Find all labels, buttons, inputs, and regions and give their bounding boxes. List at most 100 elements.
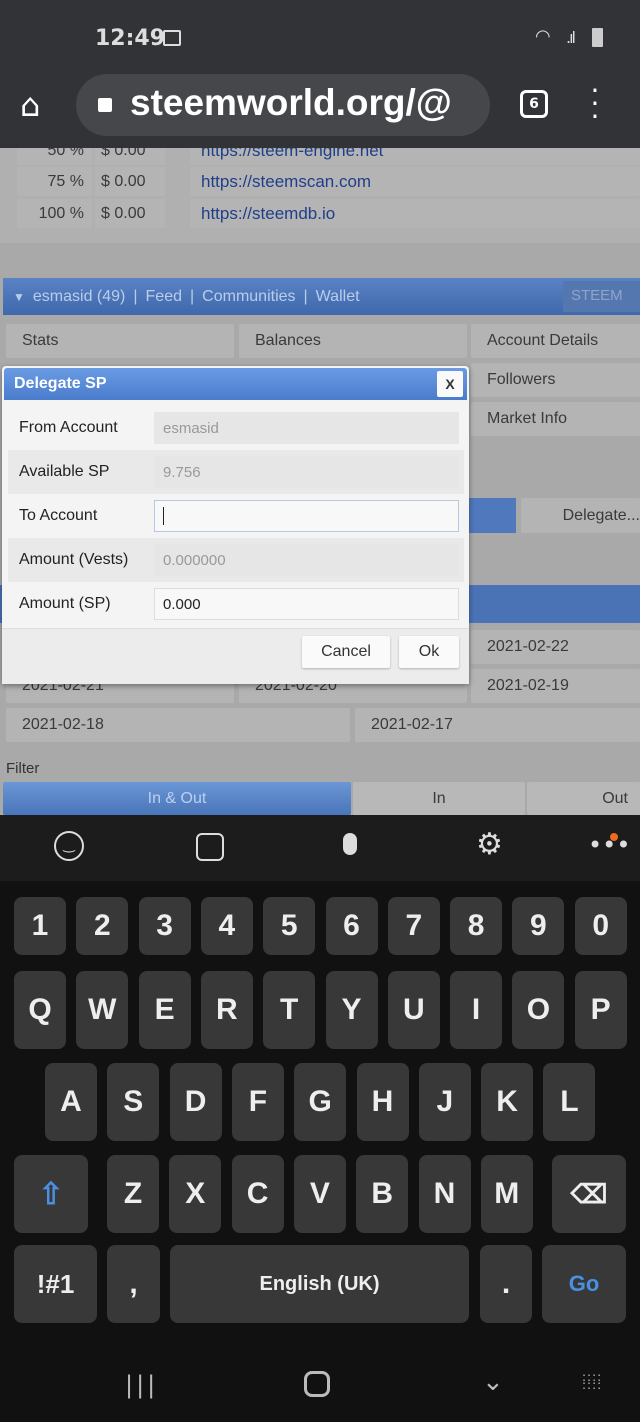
keyboard-toolbar: ‿ ⚙ ••• [0, 815, 640, 881]
key-w[interactable]: W [76, 971, 129, 1049]
cancel-button[interactable]: Cancel [302, 636, 390, 668]
tab-switcher-button[interactable]: 6 [520, 90, 548, 118]
battery-icon [592, 28, 603, 47]
key-r[interactable]: R [200, 971, 253, 1049]
key-o[interactable]: O [512, 971, 565, 1049]
key-5[interactable]: 5 [263, 897, 316, 955]
date-item[interactable]: 2021-02-18 [6, 708, 350, 742]
key-c[interactable]: C [231, 1155, 284, 1233]
date-item[interactable]: 2021-02-22 [471, 630, 640, 664]
key-m[interactable]: M [480, 1155, 533, 1233]
backspace-key[interactable]: ⌫ [552, 1155, 626, 1233]
key-1[interactable]: 1 [14, 897, 66, 955]
key-y[interactable]: Y [325, 971, 378, 1049]
menu-icon[interactable]: · · · [585, 77, 605, 131]
go-key[interactable]: Go [542, 1245, 626, 1323]
key-l[interactable]: L [543, 1063, 596, 1141]
hide-keyboard-button[interactable]: ⌄ [482, 1367, 504, 1397]
key-d[interactable]: D [169, 1063, 222, 1141]
key-3[interactable]: 3 [138, 897, 191, 955]
caret-down-icon[interactable]: ▼ [13, 290, 25, 304]
amount-vests-input[interactable]: 0.000000 [154, 544, 459, 576]
key-z[interactable]: Z [107, 1155, 159, 1233]
key-k[interactable]: K [481, 1063, 534, 1141]
key-9[interactable]: 9 [512, 897, 565, 955]
key-g[interactable]: G [294, 1063, 347, 1141]
value-cell: $ 0.00 [95, 167, 165, 196]
comma-key[interactable]: , [107, 1245, 160, 1323]
keyboard-switch-icon[interactable]: :::::::: [582, 1371, 602, 1391]
key-6[interactable]: 6 [325, 897, 378, 955]
link[interactable]: https://steemdb.io [190, 199, 640, 228]
account-nav: ▼ esmasid (49) | Feed | Communities | Walle… [3, 278, 640, 315]
tab-balances[interactable]: Balances [239, 324, 467, 358]
browser-toolbar: ⌂ steemworld.org/@ 6 · · · [0, 72, 640, 148]
url-text: steemworld.org/@ [130, 82, 452, 123]
settings-icon[interactable]: ⚙ [476, 827, 503, 862]
nav-wallet[interactable]: Wallet [316, 288, 360, 306]
date-item[interactable]: 2021-02-19 [471, 669, 640, 703]
key-t[interactable]: T [263, 971, 316, 1049]
key-0[interactable]: 0 [574, 897, 627, 955]
key-p[interactable]: P [574, 971, 627, 1049]
key-2[interactable]: 2 [76, 897, 129, 955]
link[interactable]: https://steemscan.com [190, 167, 640, 196]
key-8[interactable]: 8 [450, 897, 503, 955]
key-i[interactable]: I [450, 971, 503, 1049]
to-account-input[interactable] [154, 500, 459, 532]
keyboard: 1 2 3 4 5 6 7 8 9 0 Q W E R T Y U I O P A S D F G H J K L ⇧ Z X C V B N M ⌫ !#… [0, 881, 640, 1341]
chain-select[interactable]: STEEM [563, 281, 640, 312]
key-f[interactable]: F [231, 1063, 284, 1141]
delegate-button[interactable]: Delegate... [521, 498, 640, 533]
tab-followers[interactable]: Followers [471, 363, 640, 397]
nav-communities[interactable]: Communities [202, 288, 295, 306]
delegate-sp-dialog: Delegate SP X From Account esmasid Availa… [2, 366, 469, 684]
value-cell: $ 0.00 [95, 148, 165, 165]
tab-account-details[interactable]: Account Details [471, 324, 640, 358]
emoji-icon[interactable]: ‿ [54, 831, 84, 861]
close-button[interactable]: X [437, 371, 463, 397]
address-bar[interactable]: steemworld.org/@ [76, 74, 490, 136]
key-e[interactable]: E [138, 971, 191, 1049]
filter-in-out[interactable]: In & Out [3, 782, 351, 815]
key-x[interactable]: X [169, 1155, 222, 1233]
filter-in[interactable]: In [353, 782, 525, 815]
date-item[interactable]: 2021-02-17 [355, 708, 640, 742]
field-amount-sp: Amount (SP) 0.000 [8, 582, 464, 626]
filter-out[interactable]: Out [527, 782, 640, 815]
recent-apps-button[interactable]: ||| [125, 1371, 158, 1399]
pct-cell: 75 % [17, 167, 92, 196]
from-account-input[interactable]: esmasid [154, 412, 459, 444]
microphone-icon[interactable] [343, 833, 357, 855]
symbols-key[interactable]: !#1 [14, 1245, 97, 1323]
space-key[interactable]: English (UK) [170, 1245, 469, 1323]
pct-cell: 100 % [17, 199, 92, 228]
ok-button[interactable]: Ok [399, 636, 459, 668]
period-key[interactable]: . [480, 1245, 532, 1323]
key-h[interactable]: H [356, 1063, 409, 1141]
nav-account[interactable]: esmasid (49) [33, 288, 125, 306]
key-u[interactable]: U [387, 971, 440, 1049]
key-a[interactable]: A [45, 1063, 97, 1141]
image-icon [163, 30, 181, 46]
nav-feed[interactable]: Feed [146, 288, 182, 306]
amount-sp-input[interactable]: 0.000 [154, 588, 459, 620]
notification-dot [610, 833, 618, 841]
key-b[interactable]: B [356, 1155, 409, 1233]
tab-market-info[interactable]: Market Info [471, 402, 640, 436]
key-j[interactable]: J [418, 1063, 471, 1141]
sticker-icon[interactable] [196, 833, 224, 861]
available-sp-input[interactable]: 9.756 [154, 456, 459, 488]
shift-key[interactable]: ⇧ [14, 1155, 88, 1233]
key-n[interactable]: N [418, 1155, 471, 1233]
status-bar: 12:49 ◠ .ıl [0, 0, 640, 72]
key-v[interactable]: V [293, 1155, 346, 1233]
key-4[interactable]: 4 [200, 897, 253, 955]
key-s[interactable]: S [107, 1063, 160, 1141]
key-7[interactable]: 7 [387, 897, 440, 955]
tab-stats[interactable]: Stats [6, 324, 234, 358]
link[interactable]: https://steem-engine.net [190, 148, 640, 165]
key-q[interactable]: Q [14, 971, 66, 1049]
home-icon[interactable]: ⌂ [20, 86, 40, 124]
home-button[interactable] [304, 1371, 330, 1397]
